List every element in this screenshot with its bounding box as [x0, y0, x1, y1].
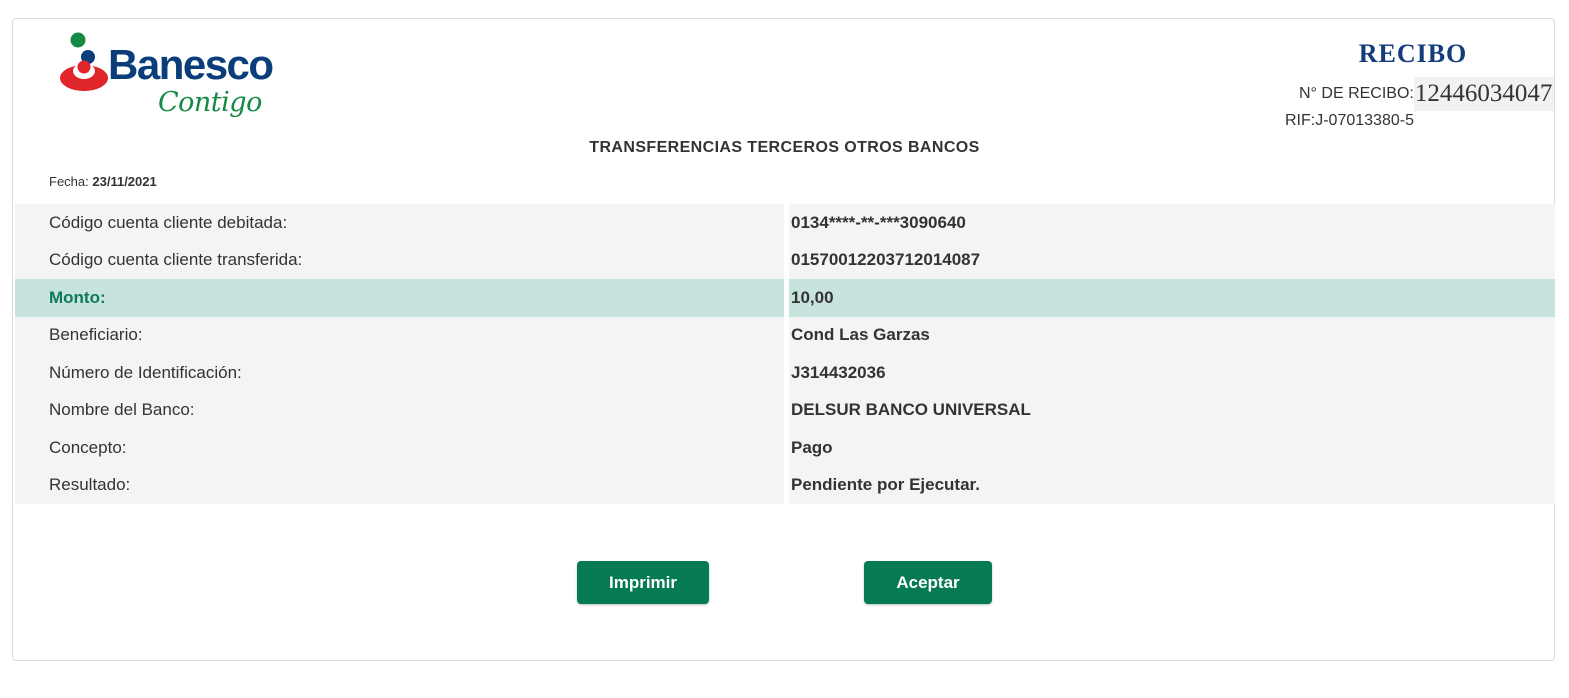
detail-value: Cond Las Garzas — [789, 316, 1555, 354]
detail-value: Pendiente por Ejecutar. — [789, 466, 1555, 504]
page-title: TRANSFERENCIAS TERCEROS OTROS BANCOS — [589, 139, 980, 156]
table-row: Código cuenta cliente transferida: 01570… — [15, 241, 1555, 279]
date-line: Fecha: 23/11/2021 — [49, 174, 157, 189]
detail-label: Código cuenta cliente transferida: — [15, 241, 784, 279]
detail-label: Nombre del Banco: — [15, 391, 784, 429]
table-row: Nombre del Banco: DELSUR BANCO UNIVERSAL — [15, 391, 1555, 429]
table-row: Código cuenta cliente debitada: 0134****… — [15, 204, 1555, 242]
detail-value: Pago — [789, 429, 1555, 467]
banesco-logo-icon — [60, 32, 108, 91]
date-label: Fecha: — [49, 174, 89, 189]
amount-row: Monto: 10,00 — [15, 279, 1555, 317]
receipt-card: Banesco Contigo RECIBO N° DE RECIBO: 1244… — [12, 18, 1555, 661]
detail-value: 01570012203712014087 — [789, 241, 1555, 279]
detail-label: Concepto: — [15, 429, 784, 467]
detail-value: 0134****-**-***3090640 — [789, 204, 1555, 242]
amount-value: 10,00 — [789, 279, 1555, 317]
table-row: Resultado: Pendiente por Ejecutar. — [15, 466, 1555, 504]
logo-tagline-text: Contigo — [158, 87, 262, 118]
detail-value: DELSUR BANCO UNIVERSAL — [789, 391, 1555, 429]
banesco-logo: Banesco Contigo — [58, 31, 298, 131]
logo-brand-text: Banesco — [108, 41, 274, 88]
print-button[interactable]: Imprimir — [577, 561, 709, 604]
detail-label: Resultado: — [15, 466, 784, 504]
amount-label: Monto: — [15, 279, 784, 317]
date-value: 23/11/2021 — [92, 174, 157, 189]
detail-label: Número de Identificación: — [15, 354, 784, 392]
accept-button[interactable]: Aceptar — [864, 561, 992, 604]
detail-label: Beneficiario: — [15, 316, 784, 354]
rif-text: RIF:J-07013380-5 — [1285, 112, 1414, 129]
receipt-number-value: 12446034047 — [1413, 77, 1555, 111]
details-table: Código cuenta cliente debitada: 0134****… — [15, 204, 1555, 504]
table-row: Concepto: Pago — [15, 429, 1555, 467]
table-row: Número de Identificación: J314432036 — [15, 354, 1555, 392]
receipt-title: RECIBO — [1358, 39, 1468, 68]
receipt-number-label: N° DE RECIBO: — [1299, 85, 1414, 102]
table-row: Beneficiario: Cond Las Garzas — [15, 316, 1555, 354]
detail-label: Código cuenta cliente debitada: — [15, 204, 784, 242]
detail-value: J314432036 — [789, 354, 1555, 392]
receipt-number-row: N° DE RECIBO: 12446034047 — [1299, 77, 1555, 111]
